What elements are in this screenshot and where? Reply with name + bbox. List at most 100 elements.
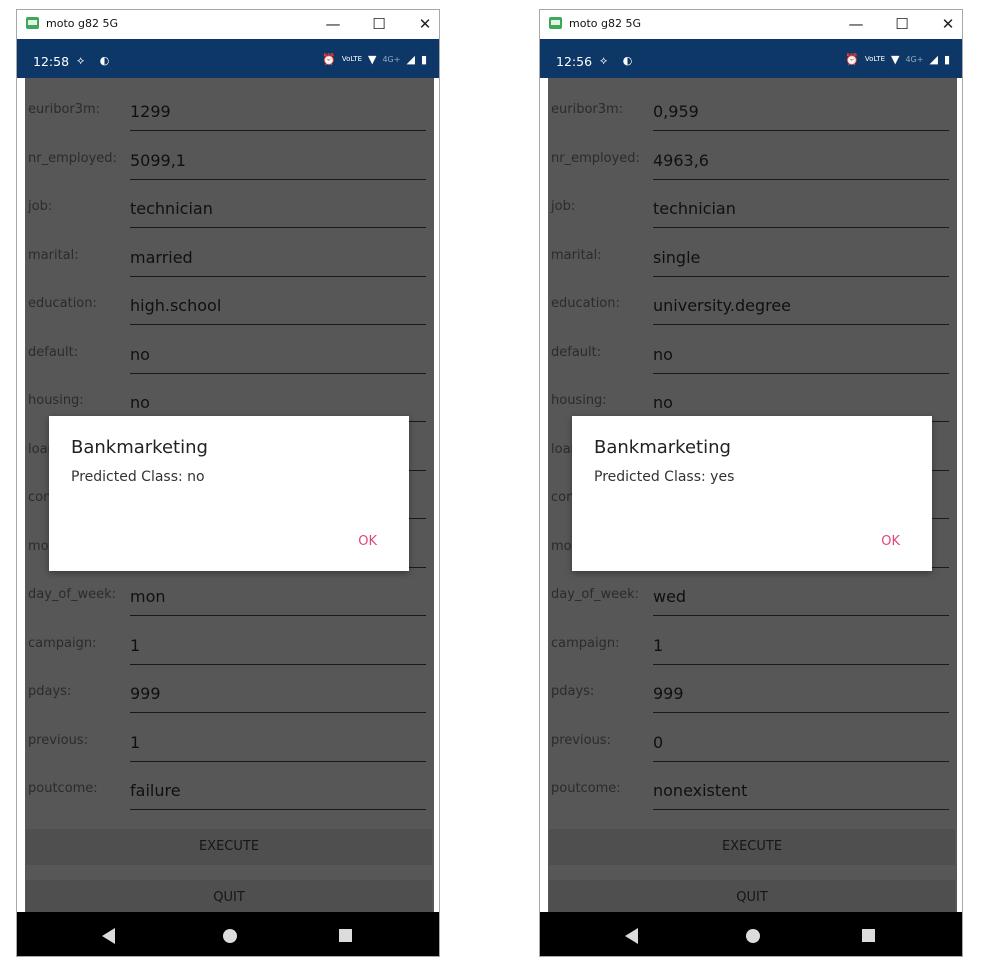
quit-button[interactable]: QUIT: [549, 880, 955, 916]
field-input[interactable]: married: [130, 248, 193, 267]
form-row[interactable]: nr_employed: 4963,6: [548, 133, 957, 181]
form-row[interactable]: education: university.degree: [548, 278, 957, 326]
battery-icon: ▮: [943, 53, 950, 66]
minimize-button[interactable]: —: [844, 14, 868, 34]
form-row[interactable]: campaign: 1: [548, 618, 957, 666]
status-time: 12:56: [556, 54, 593, 69]
form-row[interactable]: campaign: 1: [25, 618, 434, 666]
form-row[interactable]: euribor3m: 1299: [25, 84, 434, 132]
quit-button[interactable]: QUIT: [26, 880, 432, 916]
field-input[interactable]: 1: [653, 636, 663, 655]
field-input[interactable]: nonexistent: [653, 781, 747, 800]
back-icon[interactable]: [102, 928, 115, 944]
recents-icon[interactable]: [339, 929, 352, 942]
field-input[interactable]: 4963,6: [653, 151, 709, 170]
input-underline: [653, 227, 949, 228]
input-underline: [653, 179, 949, 180]
form-row[interactable]: day_of_week: wed: [548, 569, 957, 617]
system-status-icons: ⏰ VoLTE ▼ 4G+ ◢ ▮: [845, 53, 950, 66]
field-input[interactable]: no: [130, 345, 150, 364]
minimize-button[interactable]: —: [321, 14, 345, 34]
field-label: previous:: [28, 733, 88, 748]
input-underline: [130, 276, 426, 277]
window-titlebar[interactable]: moto g82 5G — ☐ ✕: [540, 10, 962, 39]
field-input[interactable]: single: [653, 248, 700, 267]
form-row[interactable]: previous: 1: [25, 715, 434, 763]
form-row[interactable]: job: technician: [548, 181, 957, 229]
field-label: housing:: [551, 393, 607, 408]
field-input[interactable]: 0: [653, 733, 663, 752]
volte-icon: VoLTE: [864, 55, 885, 63]
input-underline: [130, 373, 426, 374]
input-underline: [130, 324, 426, 325]
dialog-message: Predicted Class: yes: [594, 469, 735, 485]
form-row[interactable]: previous: 0: [548, 715, 957, 763]
field-input[interactable]: 1299: [130, 102, 171, 121]
field-input[interactable]: failure: [130, 781, 181, 800]
field-input[interactable]: 999: [130, 684, 161, 703]
field-input[interactable]: 5099,1: [130, 151, 186, 170]
form-row[interactable]: job: technician: [25, 181, 434, 229]
prediction-dialog: Bankmarketing Predicted Class: no OK: [49, 416, 409, 571]
field-label: job:: [551, 199, 576, 214]
form-row[interactable]: education: high.school: [25, 278, 434, 326]
field-input[interactable]: 1: [130, 636, 140, 655]
field-input[interactable]: 0,959: [653, 102, 699, 121]
form-row[interactable]: pdays: 999: [548, 666, 957, 714]
window-titlebar[interactable]: moto g82 5G — ☐ ✕: [17, 10, 439, 39]
field-label: education:: [551, 296, 620, 311]
recents-icon[interactable]: [862, 929, 875, 942]
execute-button[interactable]: EXECUTE: [26, 829, 432, 865]
field-input[interactable]: mon: [130, 587, 166, 606]
form-row[interactable]: euribor3m: 0,959: [548, 84, 957, 132]
dialog-ok-button[interactable]: OK: [358, 534, 377, 549]
field-label: euribor3m:: [28, 102, 101, 117]
dialog-ok-button[interactable]: OK: [881, 534, 900, 549]
form-row[interactable]: day_of_week: mon: [25, 569, 434, 617]
back-icon[interactable]: [625, 928, 638, 944]
input-underline: [653, 761, 949, 762]
input-underline: [130, 664, 426, 665]
form-row[interactable]: marital: married: [25, 230, 434, 278]
input-underline: [130, 615, 426, 616]
field-label: housing:: [28, 393, 84, 408]
home-icon[interactable]: [223, 929, 237, 943]
window-title: moto g82 5G: [569, 17, 641, 30]
form-row[interactable]: poutcome: nonexistent: [548, 763, 957, 811]
field-input[interactable]: no: [130, 393, 150, 412]
field-input[interactable]: university.degree: [653, 296, 791, 315]
form-row[interactable]: pdays: 999: [25, 666, 434, 714]
field-input[interactable]: technician: [130, 199, 213, 218]
field-label: pdays:: [28, 684, 72, 699]
field-input[interactable]: 1: [130, 733, 140, 752]
field-input[interactable]: 999: [653, 684, 684, 703]
close-button[interactable]: ✕: [413, 14, 437, 34]
maximize-button[interactable]: ☐: [367, 14, 391, 34]
signal-icon: ◢: [406, 53, 415, 66]
maximize-button[interactable]: ☐: [890, 14, 914, 34]
execute-button[interactable]: EXECUTE: [549, 829, 955, 865]
android-app-icon: [549, 17, 562, 29]
input-underline: [653, 664, 949, 665]
field-input[interactable]: no: [653, 345, 673, 364]
home-icon[interactable]: [746, 929, 760, 943]
close-button[interactable]: ✕: [936, 14, 960, 34]
form-row[interactable]: poutcome: failure: [25, 763, 434, 811]
field-input[interactable]: high.school: [130, 296, 221, 315]
window-title: moto g82 5G: [46, 17, 118, 30]
field-input[interactable]: wed: [653, 587, 686, 606]
form-row[interactable]: default: no: [548, 327, 957, 375]
form-row[interactable]: default: no: [25, 327, 434, 375]
emulator-window-right: moto g82 5G — ☐ ✕ 12:56 ⟡ ◐ ⏰ VoLTE ▼ 4G…: [539, 9, 963, 957]
dialog-title: Bankmarketing: [594, 437, 731, 458]
field-label: day_of_week:: [551, 587, 639, 602]
input-underline: [653, 373, 949, 374]
field-label: default:: [551, 345, 602, 360]
form-row[interactable]: marital: single: [548, 230, 957, 278]
field-input[interactable]: technician: [653, 199, 736, 218]
form-row[interactable]: nr_employed: 5099,1: [25, 133, 434, 181]
input-underline: [653, 276, 949, 277]
field-label: campaign:: [28, 636, 97, 651]
input-underline: [130, 179, 426, 180]
field-input[interactable]: no: [653, 393, 673, 412]
